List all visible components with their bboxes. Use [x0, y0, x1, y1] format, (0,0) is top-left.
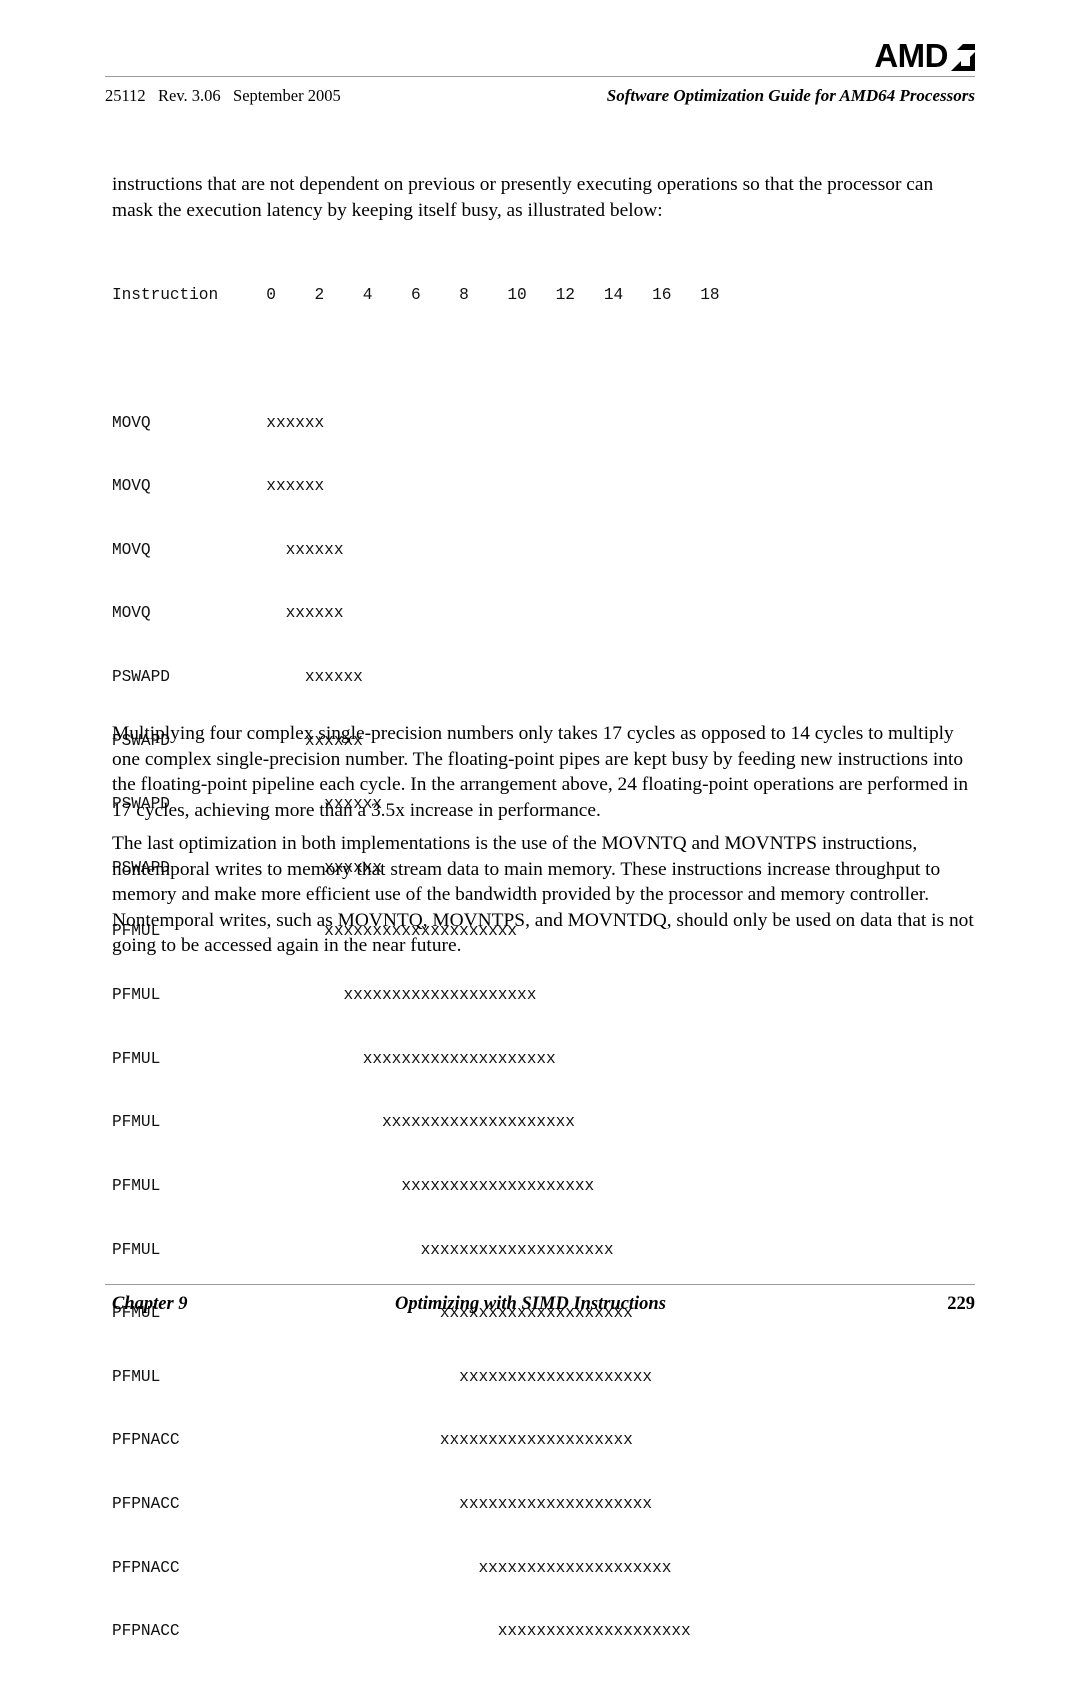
footer-divider	[105, 1284, 975, 1285]
code-row: PFMUL xxxxxxxxxxxxxxxxxxxx	[112, 1240, 614, 1259]
code-row: PFPNACC xxxxxxxxxxxxxxxxxxxx	[112, 1558, 672, 1577]
paragraph-performance-summary: Multiplying four complex single-precisio…	[112, 723, 969, 821]
footer-section-title: Optimizing with SIMD Instructions	[395, 1294, 666, 1314]
document-title: Software Optimization Guide for AMD64 Pr…	[606, 86, 975, 105]
document-revision-line: 25112 Rev. 3.06 September 2005	[105, 86, 341, 105]
document-page: AMD 25112 Rev. 3.06 September 2005 Softw…	[0, 0, 1080, 1640]
header-divider	[105, 76, 975, 77]
code-row: PFMUL xxxxxxxxxxxxxxxxxxxx	[112, 986, 537, 1005]
code-row: MOVQ xxxxxx	[112, 604, 344, 623]
amd-arrow-mark-icon	[949, 44, 975, 71]
code-row: MOVQ xxxxxx	[112, 477, 325, 496]
code-row: PFPNACC xxxxxxxxxxxxxxxxxxxx	[112, 1494, 653, 1513]
code-row: MOVQ xxxxxx	[112, 413, 325, 432]
footer-page-number: 229	[947, 1294, 975, 1314]
code-header-line: Instruction 0 2 4 6 8 10 12 14 16 18	[112, 286, 720, 305]
amd-logo-text: AMD	[874, 37, 948, 74]
code-row: MOVQ xxxxxx	[112, 540, 344, 559]
code-row: PFPNACC xxxxxxxxxxxxxxxxxxxx	[112, 1431, 633, 1450]
code-row: PFMUL xxxxxxxxxxxxxxxxxxxx	[112, 1176, 595, 1195]
code-row: PFMUL xxxxxxxxxxxxxxxxxxxx	[112, 1113, 575, 1132]
code-row: PSWAPD xxxxxx	[112, 668, 363, 687]
amd-logo: AMD	[874, 38, 975, 72]
paragraph-nontemporal-writes: The last optimization in both implementa…	[112, 833, 974, 956]
footer-chapter-label: Chapter 9	[112, 1294, 188, 1314]
code-row: PFMUL xxxxxxxxxxxxxxxxxxxx	[112, 1049, 556, 1068]
pipeline-schedule-code-block: Instruction 0 2 4 6 8 10 12 14 16 18 MOV…	[112, 243, 720, 1685]
code-row: PFPNACC xxxxxxxxxxxxxxxxxxxx	[112, 1622, 691, 1641]
page-header: 25112 Rev. 3.06 September 2005 Software …	[105, 86, 975, 108]
paragraph-intro: instructions that are not dependent on p…	[112, 174, 934, 221]
code-row: PFMUL xxxxxxxxxxxxxxxxxxxx	[112, 1367, 653, 1386]
page-footer: Chapter 9 Optimizing with SIMD Instructi…	[112, 1294, 975, 1320]
